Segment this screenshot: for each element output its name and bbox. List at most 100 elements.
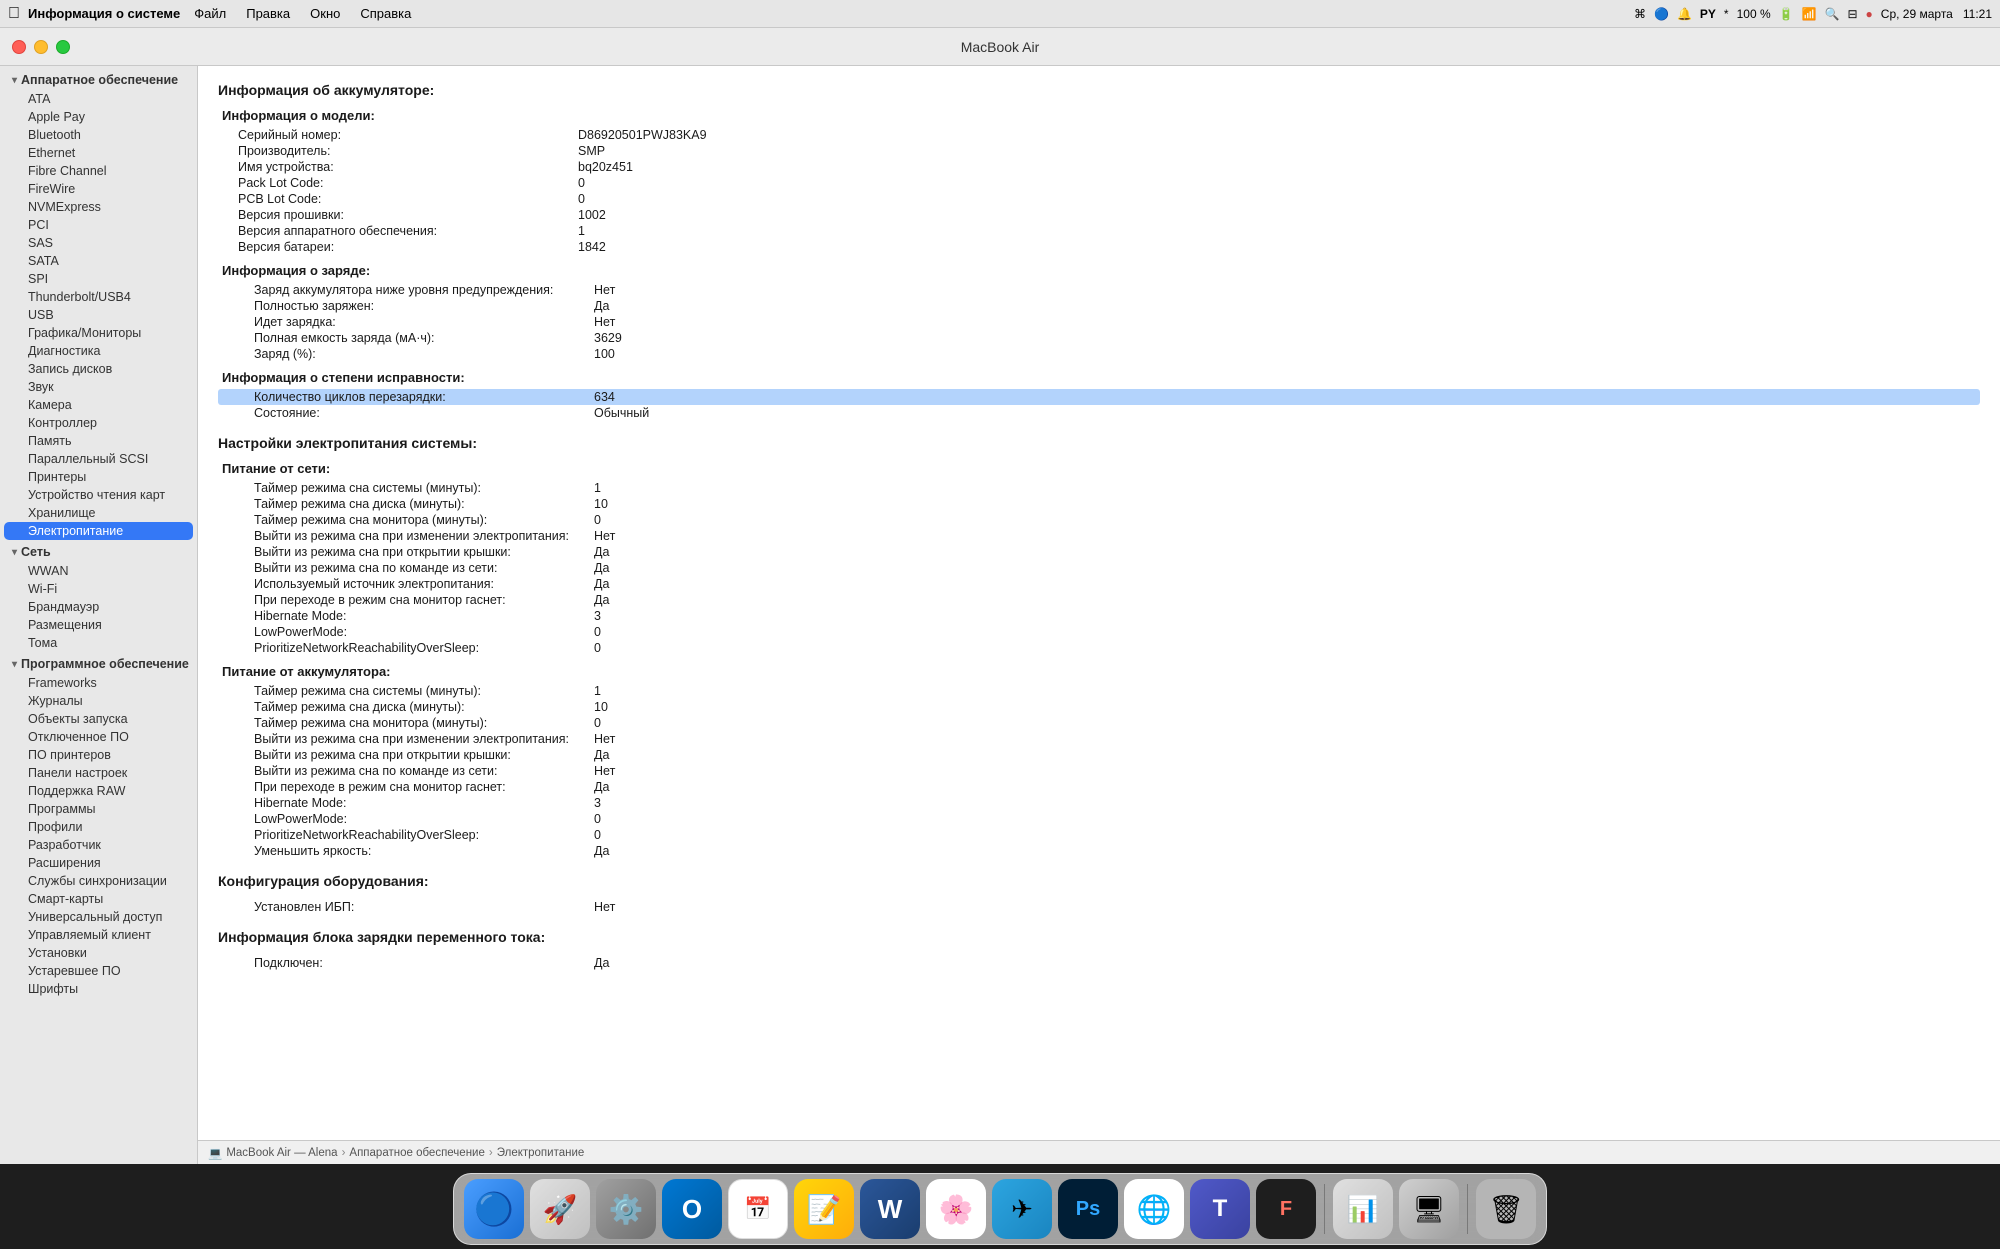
hardware-group-header[interactable]: ▾ Аппаратное обеспечение: [0, 70, 197, 90]
software-group-header[interactable]: ▾ Программное обеспечение: [0, 654, 197, 674]
apple-menu[interactable]: : [8, 5, 20, 23]
sidebar-item-managed-client[interactable]: Управляемый клиент: [0, 926, 197, 944]
power-section-title: Настройки электропитания системы:: [218, 435, 1980, 451]
sidebar-item-prefpanes[interactable]: Панели настроек: [0, 764, 197, 782]
close-button[interactable]: [12, 40, 26, 54]
dock-teams[interactable]: T: [1190, 1179, 1250, 1239]
sidebar-item-sync-services[interactable]: Службы синхронизации: [0, 872, 197, 890]
info-row: Подключен:Да: [218, 955, 1980, 971]
sidebar-item-nvmexpress[interactable]: NVMExpress: [0, 198, 197, 216]
breadcrumb: 💻 MacBook Air — Alena › Аппаратное обесп…: [198, 1140, 2000, 1164]
search-icon[interactable]: 🔍: [1825, 7, 1840, 21]
sidebar-item-memory[interactable]: Память: [0, 432, 197, 450]
wifi-status-icon[interactable]: 📶: [1802, 7, 1817, 21]
dock-trash[interactable]: 🗑: [1476, 1179, 1536, 1239]
dock-photoshop[interactable]: Ps: [1058, 1179, 1118, 1239]
sidebar-item-wwan[interactable]: WWAN: [0, 562, 197, 580]
sidebar-item-sound[interactable]: Звук: [0, 378, 197, 396]
sidebar-item-apple-pay[interactable]: Apple Pay: [0, 108, 197, 126]
dock-notes[interactable]: 📝: [794, 1179, 854, 1239]
sidebar: ▾ Аппаратное обеспечение ATA Apple Pay B…: [0, 66, 198, 1164]
menu-file[interactable]: Файл: [184, 4, 236, 23]
menu-window[interactable]: Окно: [300, 4, 350, 23]
hardware-arrow: ▾: [12, 75, 17, 86]
info-row: Hibernate Mode:3: [218, 608, 1980, 624]
sidebar-item-firewire[interactable]: FireWire: [0, 180, 197, 198]
info-row: При переходе в режим сна монитор гаснет:…: [218, 779, 1980, 795]
sidebar-item-printers[interactable]: Принтеры: [0, 468, 197, 486]
sidebar-item-sas[interactable]: SAS: [0, 234, 197, 252]
sidebar-item-disabled-sw[interactable]: Отключенное ПО: [0, 728, 197, 746]
sidebar-item-raw-support[interactable]: Поддержка RAW: [0, 782, 197, 800]
sidebar-item-accessibility[interactable]: Универсальный доступ: [0, 908, 197, 926]
dock-system-prefs[interactable]: ⚙️: [596, 1179, 656, 1239]
sidebar-item-volumes[interactable]: Тома: [0, 634, 197, 652]
network-group-header[interactable]: ▾ Сеть: [0, 542, 197, 562]
sidebar-item-pci[interactable]: PCI: [0, 216, 197, 234]
breadcrumb-hardware: Аппаратное обеспечение: [349, 1147, 484, 1159]
sidebar-item-firewall[interactable]: Брандмауэр: [0, 598, 197, 616]
bluetooth-status-icon[interactable]: *: [1724, 7, 1729, 21]
sidebar-item-locations[interactable]: Размещения: [0, 616, 197, 634]
sidebar-item-printer-sw[interactable]: ПО принтеров: [0, 746, 197, 764]
sidebar-item-smartcards[interactable]: Смарт-карты: [0, 890, 197, 908]
bluetooth-icon[interactable]: ⌘: [1634, 7, 1646, 21]
hardware-config-title: Конфигурация оборудования:: [218, 873, 1980, 889]
sidebar-item-storage[interactable]: Хранилище: [0, 504, 197, 522]
sidebar-item-diagnostics[interactable]: Диагностика: [0, 342, 197, 360]
sidebar-item-programs[interactable]: Программы: [0, 800, 197, 818]
dock-outlook[interactable]: O: [662, 1179, 722, 1239]
ac-info-title: Информация блока зарядки переменного ток…: [218, 929, 1980, 945]
battery-icon[interactable]: 🔋: [1779, 7, 1794, 21]
sidebar-item-profiles[interactable]: Профили: [0, 818, 197, 836]
info-row: Полностью заряжен:Да: [218, 298, 1980, 314]
sidebar-item-card-reader[interactable]: Устройство чтения карт: [0, 486, 197, 504]
dock-activity-monitor[interactable]: 📊: [1333, 1179, 1393, 1239]
menu-help[interactable]: Справка: [350, 4, 421, 23]
sidebar-item-legacy-sw[interactable]: Устаревшее ПО: [0, 962, 197, 980]
breadcrumb-mac-icon: 💻: [208, 1146, 222, 1160]
maximize-button[interactable]: [56, 40, 70, 54]
dock-photos[interactable]: 🌸: [926, 1179, 986, 1239]
sidebar-item-fonts[interactable]: Шрифты: [0, 980, 197, 998]
sidebar-item-developer[interactable]: Разработчик: [0, 836, 197, 854]
dock-figma[interactable]: F: [1256, 1179, 1316, 1239]
siri-icon[interactable]: ●: [1866, 7, 1873, 21]
sidebar-item-sata[interactable]: SATA: [0, 252, 197, 270]
sidebar-item-ata[interactable]: ATA: [0, 90, 197, 108]
notification-icon[interactable]: 🔔: [1677, 7, 1692, 21]
dock-telegram[interactable]: ✈: [992, 1179, 1052, 1239]
sidebar-item-graphics[interactable]: Графика/Мониторы: [0, 324, 197, 342]
sidebar-item-installs[interactable]: Установки: [0, 944, 197, 962]
sidebar-item-ethernet[interactable]: Ethernet: [0, 144, 197, 162]
dock-launchpad[interactable]: 🚀: [530, 1179, 590, 1239]
sidebar-item-extensions[interactable]: Расширения: [0, 854, 197, 872]
sidebar-item-power[interactable]: Электропитание: [4, 522, 193, 540]
sidebar-item-fibre-channel[interactable]: Fibre Channel: [0, 162, 197, 180]
sidebar-item-frameworks[interactable]: Frameworks: [0, 674, 197, 692]
sidebar-item-startup-items[interactable]: Объекты запуска: [0, 710, 197, 728]
sidebar-item-wifi[interactable]: Wi-Fi: [0, 580, 197, 598]
minimize-button[interactable]: [34, 40, 48, 54]
dock-chrome[interactable]: 🌐: [1124, 1179, 1184, 1239]
wifi-icon[interactable]: 🔵: [1654, 7, 1669, 21]
sidebar-item-parallel-scsi[interactable]: Параллельный SCSI: [0, 450, 197, 468]
info-row: Версия батареи:1842: [218, 239, 1980, 255]
sidebar-item-bluetooth[interactable]: Bluetooth: [0, 126, 197, 144]
sidebar-item-camera[interactable]: Камера: [0, 396, 197, 414]
network-group-label: Сеть: [21, 545, 51, 559]
menu-edit[interactable]: Правка: [236, 4, 300, 23]
sidebar-item-spi[interactable]: SPI: [0, 270, 197, 288]
dock-finder[interactable]: 🔵: [464, 1179, 524, 1239]
dock-word[interactable]: W: [860, 1179, 920, 1239]
sidebar-item-disk-recording[interactable]: Запись дисков: [0, 360, 197, 378]
sidebar-item-logs[interactable]: Журналы: [0, 692, 197, 710]
info-row: Идет зарядка:Нет: [218, 314, 1980, 330]
py-icon[interactable]: PY: [1700, 7, 1716, 21]
dock-calendar[interactable]: 📅: [728, 1179, 788, 1239]
sidebar-item-controller[interactable]: Контроллер: [0, 414, 197, 432]
control-center-icon[interactable]: ⊟: [1847, 7, 1857, 21]
sidebar-item-usb[interactable]: USB: [0, 306, 197, 324]
dock-sysinfo[interactable]: 🖥: [1399, 1179, 1459, 1239]
sidebar-item-thunderbolt[interactable]: Thunderbolt/USB4: [0, 288, 197, 306]
